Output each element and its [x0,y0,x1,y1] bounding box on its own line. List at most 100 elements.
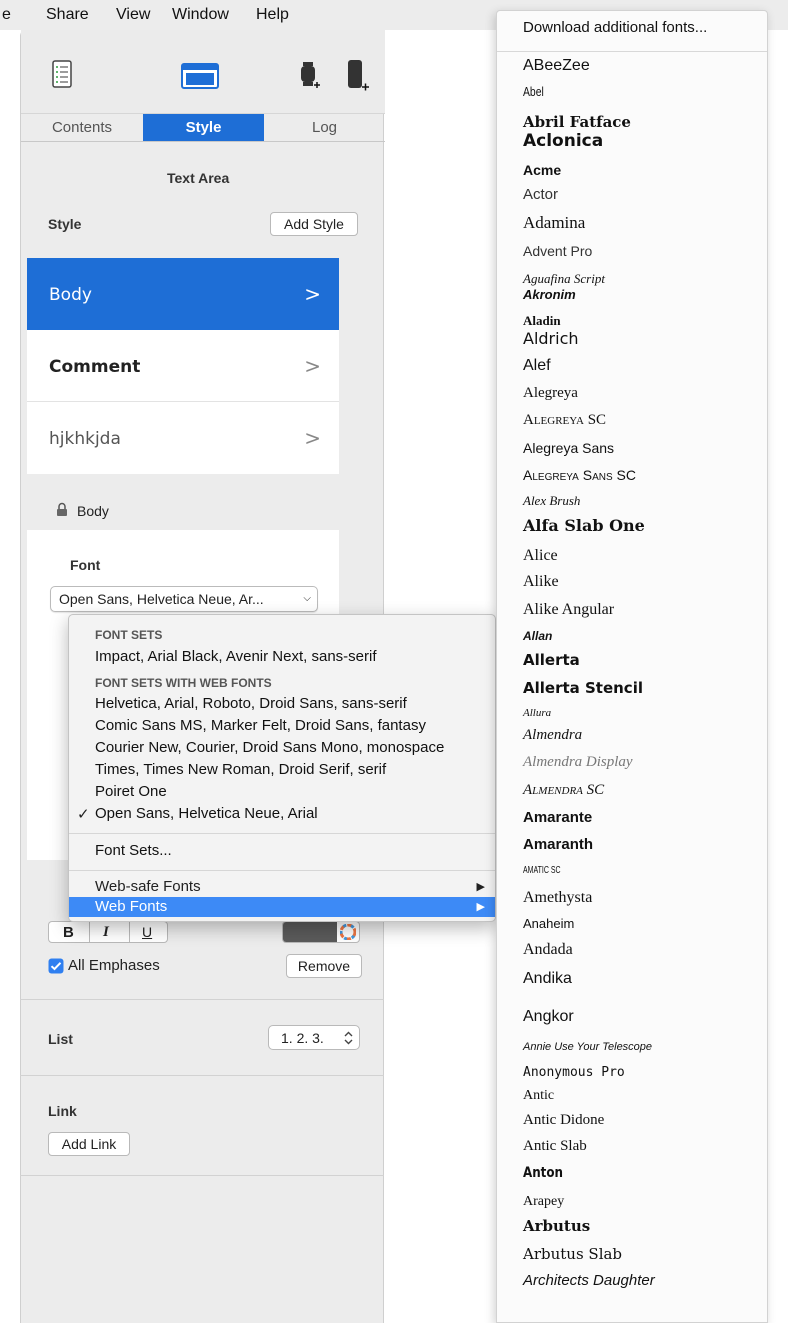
font-item[interactable]: Andika [523,970,572,988]
font-item[interactable]: Antic [523,1088,554,1104]
font-item[interactable]: Almendra SC [523,782,604,799]
underline-button[interactable]: U [142,924,152,940]
font-item[interactable]: Alike Angular [523,601,614,619]
tab-style[interactable]: Style [143,114,264,141]
chevron-right-icon: > [304,354,321,378]
checkbox-icon[interactable] [48,958,64,977]
font-item[interactable]: Actor [523,186,558,203]
download-fonts-item[interactable]: Download additional fonts... [523,19,707,36]
add-style-button[interactable]: Add Style [270,212,358,236]
font-item[interactable]: Alegreya [523,385,578,402]
color-wheel-icon [339,923,357,942]
style-item-comment[interactable]: Comment > [27,330,339,402]
checklist-icon[interactable] [52,60,72,91]
font-item[interactable]: Alegreya Sans SC [523,467,636,483]
bold-button[interactable]: B [63,924,74,941]
font-item[interactable]: Acme [523,162,561,178]
font-item[interactable]: Anaheim [523,916,574,931]
font-item[interactable]: ABeeZee [523,57,590,75]
menu-item-font-set[interactable]: Impact, Arial Black, Avenir Next, sans-s… [95,648,377,665]
font-item[interactable]: Adamina [523,213,585,233]
list-style-select[interactable]: 1. 2. 3. [268,1025,360,1050]
font-item[interactable]: Arapey [523,1194,564,1210]
style-item-body[interactable]: Body > [27,258,339,330]
font-item[interactable]: Alex Brush [523,493,580,509]
color-swatch [283,922,337,942]
font-item[interactable]: Allerta Stencil [523,679,643,697]
font-item[interactable]: Amarante [523,809,592,826]
divider [89,922,90,942]
font-item[interactable]: Antic Didone [523,1112,604,1129]
color-well[interactable] [282,921,360,943]
font-item[interactable]: Alfa Slab One [523,516,645,535]
menu-item-web-safe-fonts[interactable]: Web-safe Fonts ▶ [69,877,495,897]
all-emphases-label: All Emphases [68,957,160,974]
font-item[interactable]: Abril Fatface [523,113,631,131]
font-item[interactable]: Amaranth [523,836,593,853]
remove-button[interactable]: Remove [286,954,362,978]
menu-item-font-set[interactable]: Courier New, Courier, Droid Sans Mono, m… [95,739,444,756]
font-item[interactable]: Arbutus [523,1217,590,1235]
font-item[interactable]: Almendra Display [523,754,633,771]
font-item[interactable]: Amethysta [523,889,592,907]
font-item[interactable]: Alike [523,573,559,591]
menu-item-share[interactable]: Share [46,6,89,24]
menu-item-edit-partial[interactable]: e [2,6,11,24]
menu-item-label: Web Fonts [95,898,168,915]
font-item[interactable]: Architects Daughter [523,1272,655,1289]
font-item[interactable]: Alice [523,547,558,565]
window-icon[interactable] [181,63,219,92]
menu-heading-font-sets: FONT SETS [95,628,163,642]
font-popup-menu: FONT SETS Impact, Arial Black, Avenir Ne… [68,614,496,922]
italic-button[interactable]: I [103,924,109,941]
menu-item-font-set[interactable]: Helvetica, Arial, Roboto, Droid Sans, sa… [95,695,407,712]
tab-log[interactable]: Log [264,114,385,141]
inspector-tabs: Contents Style Log [21,114,385,142]
phone-add-icon[interactable] [346,58,370,95]
menu-item-font-set[interactable]: Times, Times New Roman, Droid Serif, ser… [95,761,386,778]
submenu-arrow-icon: ▶ [476,881,485,893]
font-item[interactable]: Aladin [523,313,561,329]
font-item[interactable]: Anton [523,1165,563,1181]
menu-item-font-set-selected[interactable]: Open Sans, Helvetica Neue, Arial [95,805,318,822]
font-item[interactable]: Alegreya Sans [523,440,614,456]
font-item[interactable]: Aclonica [523,131,603,151]
add-link-button[interactable]: Add Link [48,1132,130,1156]
tab-contents[interactable]: Contents [21,114,143,141]
font-item[interactable]: Antic Slab [523,1138,587,1155]
font-item[interactable]: Advent Pro [523,243,592,259]
style-item-label: hjkhkjda [49,429,121,449]
menu-separator [69,833,495,834]
menu-item-font-set[interactable]: Comic Sans MS, Marker Felt, Droid Sans, … [95,717,426,734]
menu-item-window[interactable]: Window [172,6,229,24]
font-item[interactable]: Allura [523,707,551,719]
menu-item-font-sets-edit[interactable]: Font Sets... [95,842,172,859]
font-item[interactable]: Allan [523,629,552,643]
font-item[interactable]: Amatic SC [523,865,561,876]
menu-item-web-fonts[interactable]: Web Fonts ▶ [69,897,495,917]
web-fonts-submenu: Download additional fonts... ABeeZee Abe… [496,10,768,1323]
font-item[interactable]: Almendra [523,727,582,744]
checkmark-icon: ✓ [77,806,90,823]
font-item[interactable]: Allerta [523,651,580,669]
font-item[interactable]: Alegreya SC [523,412,606,429]
font-item[interactable]: Arbutus Slab [523,1245,622,1263]
font-item[interactable]: Abel [523,84,544,99]
font-item[interactable]: Andada [523,941,573,959]
style-item-hjkhkjda[interactable]: hjkhkjda > [27,402,339,474]
menu-item-view[interactable]: View [116,6,150,24]
divider [20,1175,384,1176]
menu-item-font-set[interactable]: Poiret One [95,783,167,800]
font-item[interactable]: Anonymous Pro [523,1065,625,1080]
font-item[interactable]: Alef [523,357,551,375]
font-item[interactable]: Aguafina Script [523,271,605,287]
watch-add-icon[interactable] [299,60,321,93]
font-item[interactable]: Annie Use Your Telescope [523,1041,652,1053]
font-item[interactable]: Akronim [523,287,576,302]
menu-separator [497,51,767,52]
font-item[interactable]: Angkor [523,1008,574,1026]
link-label: Link [48,1103,77,1119]
font-select[interactable]: Open Sans, Helvetica Neue, Ar... ⌵ [50,586,318,612]
font-item[interactable]: Aldrich [523,329,579,348]
menu-item-help[interactable]: Help [256,6,289,24]
